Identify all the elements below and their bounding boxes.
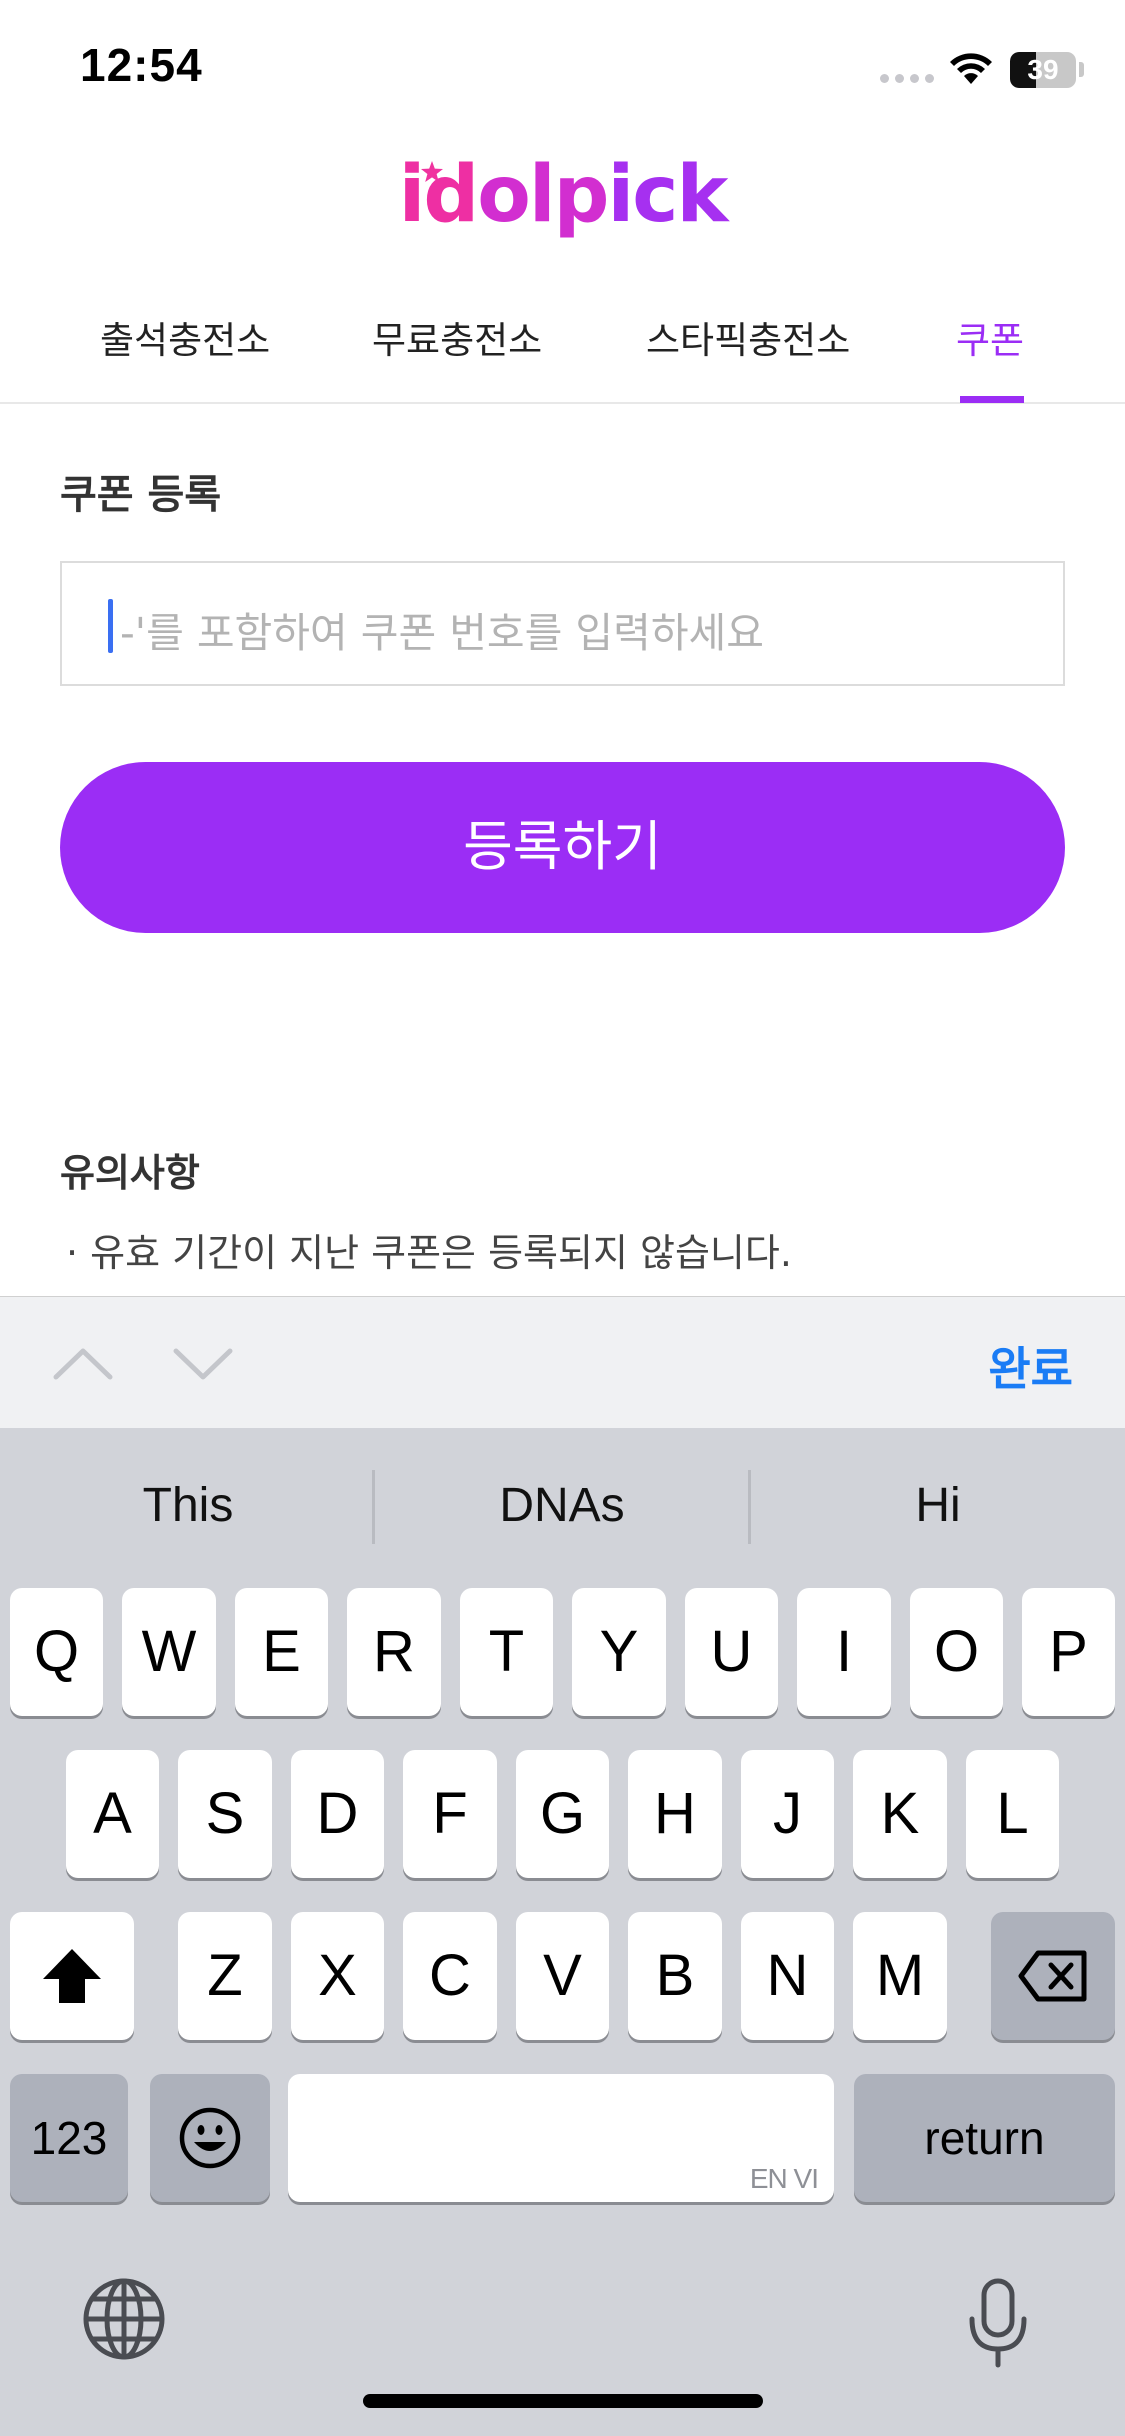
status-bar: 12:54 39 (0, 0, 1125, 140)
logo-letter: i (398, 150, 426, 240)
keyboard-accessory-bar: 완료 (0, 1296, 1125, 1428)
wifi-icon (950, 53, 992, 84)
logo-letter: i (607, 150, 634, 240)
microphone-icon[interactable] (966, 2277, 1030, 2369)
logo-letter: l (528, 150, 556, 240)
key-m[interactable]: M (853, 1912, 947, 2040)
logo-letter: c (632, 150, 678, 240)
key-t[interactable]: T (460, 1588, 553, 1716)
emoji-icon (179, 2107, 241, 2169)
key-e[interactable]: E (235, 1588, 328, 1716)
status-time: 12:54 (80, 39, 203, 91)
key-o[interactable]: O (910, 1588, 1003, 1716)
shift-key[interactable] (10, 1912, 134, 2040)
key-x[interactable]: X (291, 1912, 384, 2040)
notice-item: · 유효 기간이 지난 쿠폰은 등록되지 않습니다. (66, 1231, 792, 1275)
key-r[interactable]: R (347, 1588, 441, 1716)
numbers-key[interactable]: 123 (10, 2074, 128, 2202)
active-tab-indicator (960, 396, 1024, 403)
coupon-section-title: 쿠폰 등록 (60, 472, 222, 518)
delete-icon (1018, 1950, 1087, 2002)
key-f[interactable]: F (403, 1750, 497, 1878)
text-caret (108, 599, 113, 653)
key-l[interactable]: L (966, 1750, 1059, 1878)
key-d[interactable]: D (291, 1750, 384, 1878)
app-logo: idolpick (0, 150, 1125, 240)
key-v[interactable]: V (516, 1912, 609, 2040)
key-w[interactable]: W (122, 1588, 216, 1716)
suggestion-1[interactable]: This (2, 1428, 374, 1583)
return-key[interactable]: return (854, 2074, 1115, 2202)
done-button[interactable]: 완료 (988, 1333, 1073, 1399)
emoji-key[interactable] (150, 2074, 270, 2202)
keyboard: This DNAs Hi Q W E R T Y U I O P A S D F… (0, 1428, 1125, 2436)
key-u[interactable]: U (685, 1588, 778, 1716)
space-language-hint: EN VI (749, 2163, 819, 2194)
predictive-bar: This DNAs Hi (0, 1428, 1125, 1583)
shift-icon (43, 1949, 101, 2003)
chevron-up-icon[interactable] (52, 1333, 114, 1395)
tab-attendance[interactable]: 출석충전소 (100, 310, 270, 404)
register-button[interactable]: 등록하기 (60, 762, 1065, 933)
key-s[interactable]: S (178, 1750, 272, 1878)
suggestion-divider (372, 1470, 375, 1544)
key-b[interactable]: B (628, 1912, 722, 2040)
tab-starpick-charge[interactable]: 스타픽충전소 (646, 310, 850, 404)
logo-letter: k (676, 150, 728, 240)
key-k[interactable]: K (853, 1750, 947, 1878)
coupon-code-input[interactable]: -'를 포함하여 쿠폰 번호를 입력하세요 (60, 561, 1065, 686)
key-h[interactable]: H (628, 1750, 722, 1878)
coupon-input-placeholder: -'를 포함하여 쿠폰 번호를 입력하세요 (120, 609, 764, 657)
key-a[interactable]: A (66, 1750, 159, 1878)
suggestion-2[interactable]: DNAs (376, 1428, 748, 1583)
tab-coupon[interactable]: 쿠폰 (956, 310, 1024, 404)
logo-letter: p (553, 150, 610, 240)
suggestion-3[interactable]: Hi (752, 1428, 1124, 1583)
space-key[interactable]: EN VI (288, 2074, 834, 2202)
globe-icon[interactable] (82, 2277, 166, 2361)
key-y[interactable]: Y (572, 1588, 666, 1716)
cellular-signal-icon (880, 74, 934, 84)
logo-letter: o (477, 150, 531, 240)
key-z[interactable]: Z (178, 1912, 272, 2040)
chevron-down-icon[interactable] (172, 1333, 234, 1395)
delete-key[interactable] (991, 1912, 1115, 2040)
tab-bar: 출석충전소 무료충전소 스타픽충전소 쿠폰 (0, 300, 1125, 404)
suggestion-divider (748, 1470, 751, 1544)
notice-title: 유의사항 (60, 1151, 200, 1195)
battery-level: 39 (1027, 54, 1059, 85)
tab-free-charge[interactable]: 무료충전소 (372, 310, 542, 404)
key-p[interactable]: P (1022, 1588, 1115, 1716)
key-q[interactable]: Q (10, 1588, 103, 1716)
home-indicator[interactable] (363, 2394, 763, 2408)
key-n[interactable]: N (741, 1912, 834, 2040)
key-g[interactable]: G (516, 1750, 609, 1878)
key-i[interactable]: I (797, 1588, 891, 1716)
key-j[interactable]: J (741, 1750, 834, 1878)
key-c[interactable]: C (403, 1912, 497, 2040)
battery-icon: 39 (1010, 52, 1076, 88)
battery-cap (1079, 62, 1084, 77)
logo-letter: d (423, 150, 479, 240)
